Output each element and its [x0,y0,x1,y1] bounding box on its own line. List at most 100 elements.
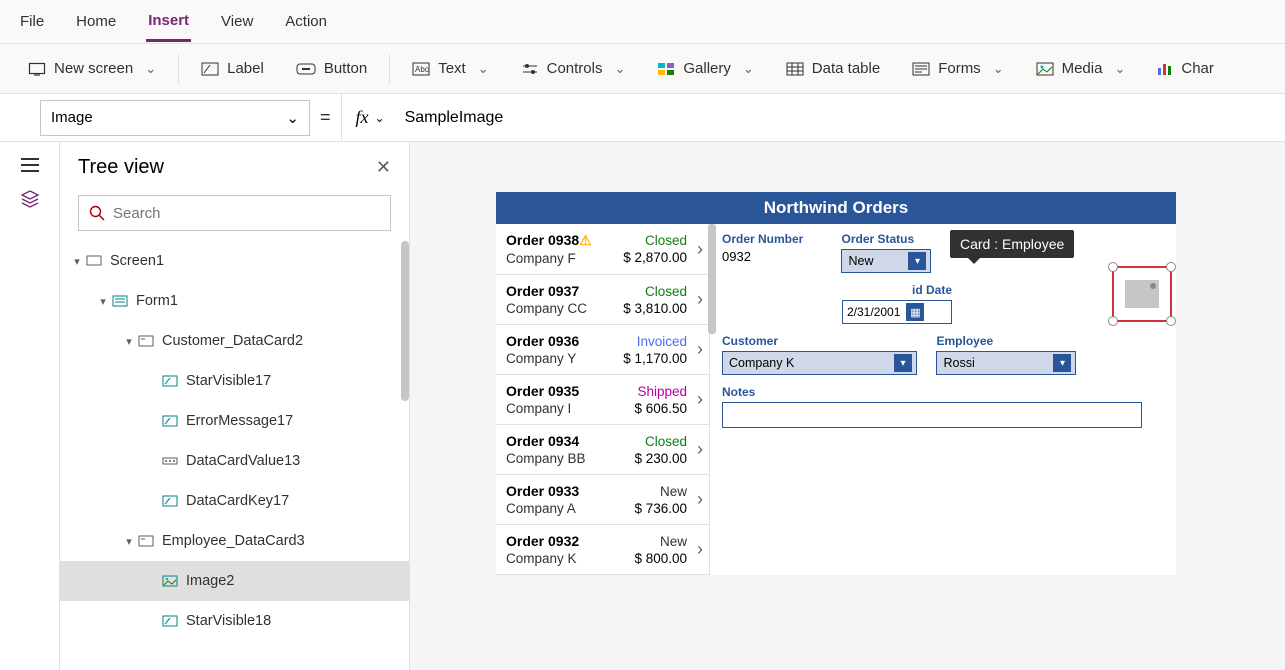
new-screen-label: New screen [54,60,133,77]
order-name: Order 0935 [506,383,579,399]
paid-date-input[interactable]: 2/31/2001 ▦ [842,300,952,324]
order-status-value: New [848,254,873,268]
order-status: Invoiced [637,334,687,349]
employee-select[interactable]: Rossi ▾ [936,351,1076,375]
menu-file[interactable]: File [18,3,46,40]
customer-value: Company K [729,356,794,370]
tree-node-datacardkey17[interactable]: DataCardKey17 [60,481,409,521]
order-amount: $ 230.00 [634,451,687,466]
tree-node-label: Customer_DataCard2 [162,333,303,349]
charts-button[interactable]: Char [1147,54,1224,83]
order-status: New [660,484,687,499]
order-row[interactable]: Order 0934Company BBClosed$ 230.00› [496,425,709,475]
order-row[interactable]: Order 0937Company CCClosed$ 3,810.00› [496,275,709,325]
tree-node-image2[interactable]: Image2 [60,561,409,601]
caret-icon: ▾ [70,255,84,268]
text-button[interactable]: Abc Text [402,54,498,83]
property-selector[interactable]: Image ⌄ [40,100,310,136]
order-name: Order 0933 [506,483,579,499]
combobox-icon [160,455,180,467]
app-title: Northwind Orders [496,192,1176,224]
fx-wrap: fx ⌄ [341,94,385,141]
gallery-button[interactable]: Gallery [647,54,763,83]
tree-node-datacardvalue13[interactable]: DataCardValue13 [60,441,409,481]
order-row[interactable]: Order 0933Company ANew$ 736.00› [496,475,709,525]
resize-handle[interactable] [1166,316,1176,326]
caret-icon: ▾ [96,295,110,308]
resize-handle[interactable] [1166,262,1176,272]
tree-scrollbar[interactable] [401,241,409,401]
text-icon: Abc [412,62,430,76]
order-status: New [660,534,687,549]
order-company: Company I [506,401,579,416]
order-list[interactable]: Order 0938⚠Company FClosed$ 2,870.00›Ord… [496,224,710,575]
order-row[interactable]: Order 0936Company YInvoiced$ 1,170.00› [496,325,709,375]
button-button[interactable]: Button [286,54,377,83]
data-table-button[interactable]: Data table [776,54,890,83]
main-area: Tree view ✕ ▾ Screen1 ▾ Form1 ▾ [0,142,1285,670]
media-icon [1036,62,1054,76]
notes-label: Notes [722,385,1142,399]
hamburger-icon[interactable] [21,158,39,172]
order-row[interactable]: Order 0932Company KNew$ 800.00› [496,525,709,575]
controls-button[interactable]: Controls [511,54,636,83]
resize-handle[interactable] [1108,262,1118,272]
menu-bar: File Home Insert View Action [0,0,1285,44]
tree-node-employee-datacard[interactable]: ▾ Employee_DataCard3 [60,521,409,561]
paid-date-label: id Date [842,283,952,297]
order-status: Closed [645,434,687,449]
menu-view[interactable]: View [219,3,255,40]
new-screen-button[interactable]: New screen [18,54,166,83]
order-status: Closed [645,233,687,248]
forms-button[interactable]: Forms [902,54,1013,83]
tree-node-starvisible18[interactable]: StarVisible18 [60,601,409,641]
tree-search[interactable] [78,195,391,231]
media-label: Media [1062,60,1103,77]
chevron-down-icon: ▾ [1053,354,1071,372]
menu-insert[interactable]: Insert [146,2,191,42]
tree-search-input[interactable] [113,205,380,222]
tree-node-errormessage17[interactable]: ErrorMessage17 [60,401,409,441]
button-icon [296,62,316,76]
tree-node-screen1[interactable]: ▾ Screen1 [60,241,409,281]
customer-select[interactable]: Company K ▾ [722,351,917,375]
tree-node-customer-datacard[interactable]: ▾ Customer_DataCard2 [60,321,409,361]
screen-icon [84,255,104,267]
order-name: Order 0934 [506,433,586,449]
order-row[interactable]: Order 0935Company IShipped$ 606.50› [496,375,709,425]
tree-view-icon[interactable] [20,190,40,208]
order-company: Company Y [506,351,579,366]
property-name: Image [51,109,93,126]
tree-node-starvisible17[interactable]: StarVisible17 [60,361,409,401]
chart-icon [1157,62,1173,76]
label-label: Label [227,60,264,77]
employee-value: Rossi [943,356,974,370]
formula-input[interactable] [395,103,1095,133]
equals-sign: = [320,107,331,128]
resize-handle[interactable] [1108,316,1118,326]
chevron-down-icon[interactable]: ⌄ [375,111,385,125]
chevron-right-icon: › [697,389,703,410]
order-status: Shipped [637,384,687,399]
caret-icon: ▾ [122,535,136,548]
customer-label: Customer [722,334,917,348]
tree-node-form1[interactable]: ▾ Form1 [60,281,409,321]
media-button[interactable]: Media [1026,54,1136,83]
order-status-select[interactable]: New ▾ [841,249,931,273]
label-button[interactable]: Label [191,54,274,83]
forms-label: Forms [938,60,981,77]
controls-icon [521,62,539,76]
order-name: Order 0936 [506,333,579,349]
menu-home[interactable]: Home [74,3,118,40]
chevron-down-icon: ▾ [894,354,912,372]
label-icon [160,375,180,387]
order-list-scrollbar[interactable] [708,224,716,334]
menu-action[interactable]: Action [283,3,329,40]
notes-input[interactable] [722,402,1142,428]
order-row[interactable]: Order 0938⚠Company FClosed$ 2,870.00› [496,224,709,275]
calendar-icon: ▦ [906,303,924,321]
fx-icon[interactable]: fx [356,107,369,128]
image-placeholder-selected[interactable] [1112,266,1172,322]
order-company: Company K [506,551,579,566]
close-icon[interactable]: ✕ [376,157,391,178]
